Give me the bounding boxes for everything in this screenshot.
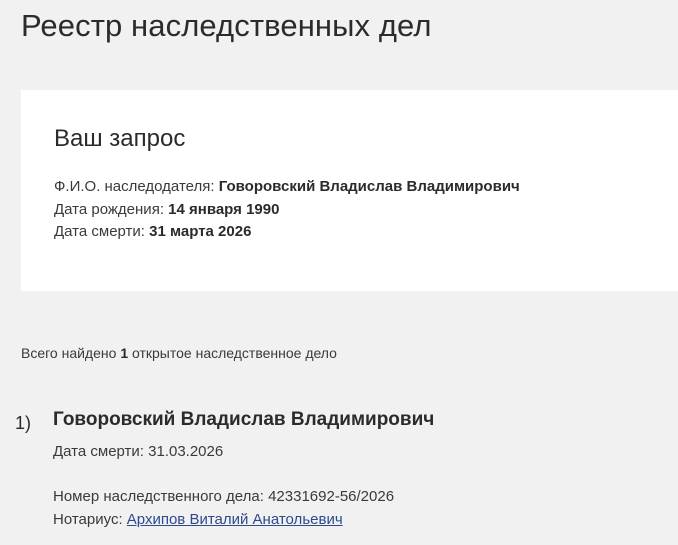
query-death-row: Дата смерти: 31 марта 2026 bbox=[54, 222, 251, 242]
result-notary-label: Нотариус: bbox=[53, 511, 123, 528]
result-case-number: 42331692-56/2026 bbox=[268, 488, 395, 505]
page-title: Реестр наследственных дел bbox=[21, 8, 432, 43]
query-death-label: Дата смерти: bbox=[54, 223, 145, 240]
result-case-row: Номер наследственного дела: 42331692-56/… bbox=[53, 487, 394, 507]
query-fio-label: Ф.И.О. наследодателя: bbox=[54, 178, 215, 195]
results-summary-prefix: Всего найдено bbox=[21, 345, 117, 361]
query-death-value: 31 марта 2026 bbox=[149, 223, 252, 240]
result-death-row: Дата смерти: 31.03.2026 bbox=[53, 442, 223, 462]
query-birth-row: Дата рождения: 14 января 1990 bbox=[54, 200, 279, 220]
result-name: Говоровский Владислав Владимирович bbox=[53, 409, 435, 430]
result-death-label: Дата смерти: bbox=[53, 443, 144, 460]
result-notary-row: Нотариус: Архипов Виталий Анатольевич bbox=[53, 510, 343, 530]
result-death-value: 31.03.2026 bbox=[148, 443, 224, 460]
query-birth-value: 14 января 1990 bbox=[168, 201, 280, 218]
query-fio-value: Говоровский Владислав Владимирович bbox=[218, 178, 520, 195]
notary-link[interactable]: Архипов Виталий Анатольевич bbox=[127, 511, 343, 528]
query-birth-label: Дата рождения: bbox=[54, 201, 164, 218]
results-summary-suffix: открытое наследственное дело bbox=[132, 345, 337, 361]
results-count: 1 bbox=[120, 345, 129, 361]
query-card: Ваш запрос Ф.И.О. наследодателя: Говоров… bbox=[21, 90, 678, 291]
results-summary: Всего найдено 1 открытое наследственное … bbox=[21, 343, 337, 363]
query-fio-row: Ф.И.О. наследодателя: Говоровский Владис… bbox=[54, 177, 520, 197]
result-case-label: Номер наследственного дела: bbox=[53, 488, 264, 505]
result-index: 1) bbox=[15, 413, 32, 433]
query-title: Ваш запрос bbox=[54, 125, 186, 152]
